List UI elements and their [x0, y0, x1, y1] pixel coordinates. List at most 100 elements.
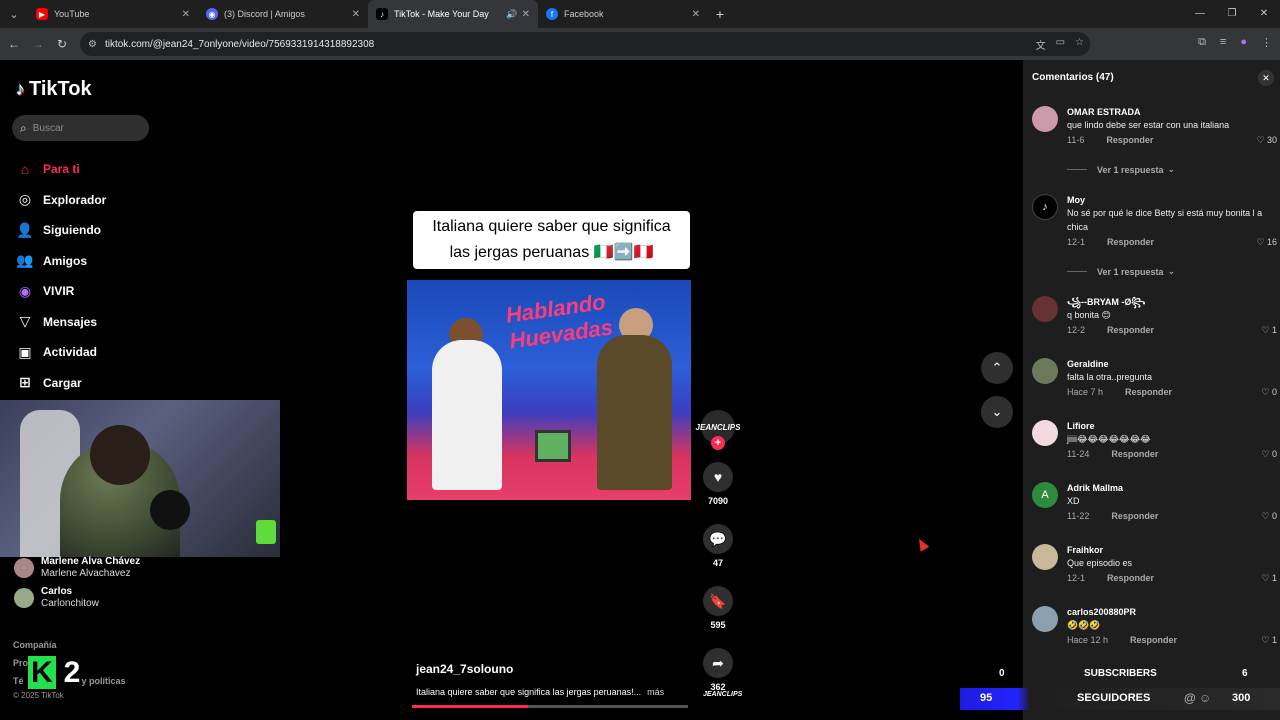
follow-plus-icon[interactable]: + — [711, 436, 725, 450]
chevron-down-icon[interactable]: ⌄ — [981, 396, 1013, 428]
tab-tiktok[interactable]: ♪ TikTok - Make Your Day 🔊 ✕ — [368, 0, 538, 28]
view-replies-button[interactable]: Ver 1 respuesta ⌄ — [1067, 164, 1175, 175]
video-caption-overlay: Italiana quiere saber que significa las … — [413, 211, 690, 269]
reply-button[interactable]: Responder — [1111, 511, 1158, 521]
nav-item-para-ti[interactable]: ⌂ Para ti — [16, 154, 106, 185]
tab-title: YouTube — [54, 9, 90, 19]
chevron-up-icon[interactable]: ⌃ — [981, 352, 1013, 384]
reply-button[interactable]: Responder — [1107, 573, 1154, 583]
comment-likes[interactable]: ♡ 1 — [1261, 635, 1277, 646]
comment-author[interactable]: Geraldine — [1067, 358, 1277, 370]
nav-item-cargar[interactable]: ⊞ Cargar — [16, 368, 106, 399]
tab-search-icon[interactable]: ⌄ — [0, 0, 28, 28]
avatar[interactable] — [1032, 358, 1058, 384]
comment-author[interactable]: OMAR ESTRADA — [1067, 106, 1277, 118]
translate-icon[interactable]: 文 — [1036, 37, 1046, 52]
menu-list-icon[interactable]: ≡ — [1220, 36, 1226, 49]
avatar[interactable] — [1032, 296, 1058, 322]
reply-button[interactable]: Responder — [1107, 237, 1154, 247]
reply-button[interactable]: Responder — [1106, 135, 1153, 145]
share-icon[interactable]: ➦ — [703, 648, 733, 678]
forward-icon[interactable]: → — [26, 37, 50, 51]
comment-likes[interactable]: ♡ 1 — [1261, 573, 1277, 584]
music-disc-icon[interactable]: JEANCLIPS — [703, 682, 742, 708]
reload-icon[interactable]: ↻ — [50, 37, 74, 51]
comment-likes[interactable]: ♡ 0 — [1261, 511, 1277, 522]
comment-action[interactable]: 💬 47 — [700, 524, 736, 568]
tab-discord[interactable]: ◉ (3) Discord | Amigos ✕ — [198, 0, 368, 28]
tiktok-avatar[interactable]: ♪ — [1032, 194, 1058, 220]
avatar[interactable] — [1032, 420, 1058, 446]
comment-likes[interactable]: ♡ 30 — [1256, 135, 1277, 146]
bookmark-star-icon[interactable]: ☆ — [1075, 37, 1084, 52]
nav-item-explorador[interactable]: ◎ Explorador — [16, 185, 106, 216]
search-input[interactable] — [32, 122, 133, 134]
save-action[interactable]: 🔖 595 — [700, 586, 736, 630]
comment-author[interactable]: Adrik Mallma — [1067, 482, 1277, 494]
video-author[interactable]: jean24_7solouno — [416, 662, 513, 676]
close-tab-icon[interactable]: ✕ — [182, 9, 190, 20]
new-tab-button[interactable]: + — [708, 6, 732, 22]
nav-item-amigos[interactable]: 👥 Amigos — [16, 246, 106, 277]
video-frame[interactable]: Hablando Huevadas — [407, 280, 691, 500]
nav-item-siguiendo[interactable]: 👤 Siguiendo — [16, 215, 106, 246]
comment-author[interactable]: carlos200880PR — [1067, 606, 1277, 618]
caption-line: las jergas peruanas 🇮🇹➡️🇵🇪 — [449, 244, 654, 261]
comment-author[interactable]: Lifiore — [1067, 420, 1277, 432]
avatar[interactable]: A — [1032, 482, 1058, 508]
reply-button[interactable]: Responder — [1125, 387, 1172, 397]
extensions-icon[interactable]: ⧉ — [1198, 36, 1206, 49]
speaker-icon[interactable]: 🔊 — [506, 9, 517, 20]
avatar[interactable] — [1032, 106, 1058, 132]
nav-item-mensajes[interactable]: ▽ Mensajes — [16, 307, 106, 338]
close-tab-icon[interactable]: ✕ — [522, 9, 530, 20]
bookmark-icon[interactable]: 🔖 — [703, 586, 733, 616]
avatar[interactable] — [1032, 606, 1058, 632]
heart-icon[interactable]: ♥ — [703, 462, 733, 492]
minimize-icon[interactable]: — — [1184, 0, 1216, 28]
back-icon[interactable]: ← — [2, 37, 26, 51]
avatar[interactable] — [1032, 544, 1058, 570]
author-avatar[interactable]: JEANCLIPS + — [696, 410, 740, 450]
comment-author[interactable]: ꧁--BRYAM -Ø꧂ — [1067, 296, 1277, 308]
comment-likes[interactable]: ♡ 1 — [1261, 325, 1277, 336]
following-item[interactable]: Carlos Carlonchitow — [14, 586, 140, 610]
site-info-icon[interactable]: ⚙ — [88, 39, 97, 50]
more-link[interactable]: más — [647, 687, 664, 697]
close-window-icon[interactable]: ✕ — [1248, 0, 1280, 28]
like-action[interactable]: ♥ 7090 — [700, 462, 736, 506]
extension-buttons: ⧉ ≡ ● ⋮ — [1198, 36, 1272, 49]
following-item[interactable]: Marlene Alva Chávez Marlene Alvachavez — [14, 556, 140, 580]
reply-button[interactable]: Responder — [1130, 635, 1177, 645]
comment-likes[interactable]: ♡ 0 — [1261, 449, 1277, 460]
comment-author[interactable]: Fraihkor — [1067, 544, 1277, 556]
omnibox[interactable]: ⚙ tiktok.com/@jean24_7onlyone/video/7569… — [80, 32, 1090, 56]
tab-facebook[interactable]: f Facebook ✕ — [538, 0, 708, 28]
profile-avatar-icon[interactable]: ● — [1240, 36, 1247, 49]
reply-button[interactable]: Responder — [1111, 449, 1158, 459]
close-icon[interactable]: ✕ — [1258, 70, 1274, 86]
chevron-down-icon: ⌄ — [1167, 164, 1176, 174]
comment-icon[interactable]: 💬 — [703, 524, 733, 554]
footer-link[interactable]: Compañía — [13, 636, 126, 654]
url-text[interactable]: tiktok.com/@jean24_7onlyone/video/756933… — [105, 39, 374, 50]
tab-title: (3) Discord | Amigos — [224, 9, 305, 19]
nav-item-vivir[interactable]: ◉ VIVIR — [16, 276, 106, 307]
cast-icon[interactable]: ▭ — [1056, 37, 1065, 52]
comment-likes[interactable]: ♡ 0 — [1261, 387, 1277, 398]
close-tab-icon[interactable]: ✕ — [692, 9, 700, 20]
comment-author[interactable]: Moy — [1067, 194, 1277, 206]
comment-likes[interactable]: ♡ 16 — [1256, 237, 1277, 248]
nav-item-actividad[interactable]: ▣ Actividad — [16, 337, 106, 368]
video-progress-bar[interactable] — [412, 705, 688, 708]
send-icon: ▽ — [19, 313, 31, 330]
comment-text: jiiii😂😂😂😂😂😂😂 — [1067, 434, 1151, 444]
search-box[interactable]: ⌕ — [12, 115, 149, 141]
more-vert-icon[interactable]: ⋮ — [1261, 36, 1272, 49]
restore-icon[interactable]: ❐ — [1216, 0, 1248, 28]
close-tab-icon[interactable]: ✕ — [352, 9, 360, 20]
tab-youtube[interactable]: ▶ YouTube ✕ — [28, 0, 198, 28]
tiktok-logo[interactable]: ♪ TikTok — [16, 78, 92, 101]
view-replies-button[interactable]: Ver 1 respuesta ⌄ — [1067, 266, 1175, 277]
reply-button[interactable]: Responder — [1107, 325, 1154, 335]
